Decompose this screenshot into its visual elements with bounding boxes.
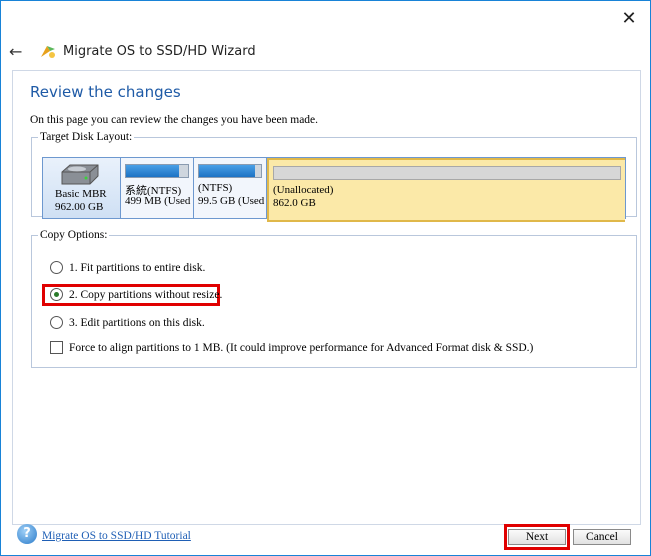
- radio-fit-partitions[interactable]: [50, 261, 63, 274]
- target-disk-layout-legend: Target Disk Layout:: [40, 131, 133, 143]
- option-copy-without-resize[interactable]: 2. Copy partitions without resize.: [50, 288, 222, 301]
- tutorial-link[interactable]: Migrate OS to SSD/HD Tutorial: [42, 530, 191, 542]
- footer: ? Migrate OS to SSD/HD Tutorial Next Can…: [12, 521, 639, 553]
- back-arrow-icon[interactable]: ←: [9, 42, 29, 61]
- wizard-window: ✕ ← Migrate OS to SSD/HD Wizard Review t…: [0, 0, 651, 556]
- radio-copy-without-resize[interactable]: [50, 288, 63, 301]
- disk-map: Basic MBR 962.00 GB 系統(NTFS) 499 MB (Use…: [42, 157, 626, 222]
- disk-size-label: 962.00 GB: [55, 201, 104, 213]
- option-align-1mb[interactable]: Force to align partitions to 1 MB. (It c…: [50, 341, 533, 354]
- copy-options-group: Copy Options: 1. Fit partitions to entir…: [31, 229, 637, 368]
- partition-usage-bar: [125, 164, 189, 178]
- option-edit-partitions[interactable]: 3. Edit partitions on this disk.: [50, 316, 205, 329]
- partition-usage-fill: [199, 165, 255, 177]
- copy-options-legend: Copy Options:: [40, 229, 108, 241]
- align-1mb-checkbox[interactable]: [50, 341, 63, 354]
- partition-ntfs[interactable]: (NTFS) 99.5 GB (Used: [194, 158, 267, 218]
- option-label: 1. Fit partitions to entire disk.: [69, 261, 206, 274]
- partition-usage-bar: [273, 166, 621, 180]
- close-icon: ✕: [621, 7, 637, 29]
- wizard-content: Review the changes On this page you can …: [12, 70, 641, 525]
- page-subtitle: On this page you can review the changes …: [30, 114, 319, 126]
- help-icon[interactable]: ?: [17, 524, 37, 544]
- radio-edit-partitions[interactable]: [50, 316, 63, 329]
- disk-type-label: Basic MBR: [55, 188, 107, 200]
- cancel-button[interactable]: Cancel: [573, 529, 631, 545]
- partition-name: (Unallocated): [273, 184, 334, 196]
- partition-size: 99.5 GB (Used: [198, 195, 265, 207]
- option-label: 3. Edit partitions on this disk.: [69, 316, 205, 329]
- option-fit-partitions[interactable]: 1. Fit partitions to entire disk.: [50, 261, 205, 274]
- option-label: Force to align partitions to 1 MB. (It c…: [69, 341, 534, 354]
- partition-unallocated[interactable]: (Unallocated) 862.0 GB: [267, 158, 625, 222]
- title-bar: ← Migrate OS to SSD/HD Wizard: [9, 41, 256, 61]
- hard-disk-icon: [61, 164, 99, 185]
- option-label: 2. Copy partitions without resize.: [69, 288, 223, 301]
- close-button[interactable]: ✕: [616, 7, 642, 29]
- wizard-icon: [41, 46, 55, 58]
- target-disk-layout-group: Target Disk Layout: Basic MBR 962.00 GB: [31, 131, 637, 222]
- partition-usage-bar: [198, 164, 262, 178]
- disk-info[interactable]: Basic MBR 962.00 GB: [43, 158, 121, 218]
- window-title: Migrate OS to SSD/HD Wizard: [63, 43, 256, 59]
- partition-size: 862.0 GB: [273, 197, 316, 209]
- page-heading: Review the changes: [30, 83, 181, 101]
- partition-name: (NTFS): [198, 182, 233, 194]
- partition-size: 499 MB (Used: [125, 195, 191, 207]
- next-button[interactable]: Next: [508, 529, 566, 545]
- partition-usage-fill: [126, 165, 179, 177]
- partition-system[interactable]: 系統(NTFS) 499 MB (Used: [121, 158, 194, 218]
